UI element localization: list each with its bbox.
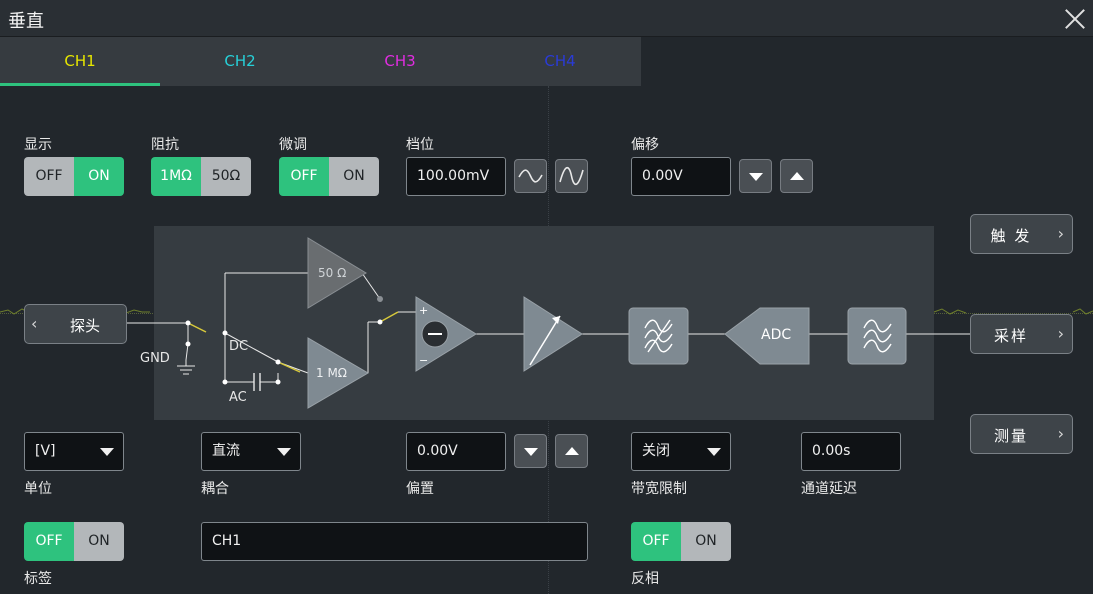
triangle-up-icon — [790, 172, 804, 180]
chevron-right-icon: › — [1057, 424, 1064, 443]
triangle-down-icon — [749, 173, 763, 181]
unit-label: 单位 — [24, 481, 52, 497]
trigger-button[interactable]: 触 发 › — [970, 214, 1073, 254]
offset-increase-button[interactable] — [780, 159, 813, 193]
invert-label: 反相 — [631, 571, 659, 587]
fine-off-option[interactable]: OFF — [279, 157, 329, 196]
grid-line-horizontal — [0, 313, 1093, 314]
triangle-down-icon — [524, 448, 538, 456]
summing-amplifier — [415, 296, 477, 372]
invert-on-option[interactable]: ON — [681, 522, 731, 561]
tag-on-option[interactable]: ON — [74, 522, 124, 561]
sine-wave-icon — [518, 169, 543, 183]
amplifier-1mohm — [307, 337, 369, 409]
bandwidth-select[interactable]: 关闭 — [631, 432, 731, 471]
invert-off-option[interactable]: OFF — [631, 522, 681, 561]
dc-label: DC — [229, 339, 248, 354]
scale-fine-button[interactable] — [555, 159, 588, 193]
gnd-label: GND — [140, 351, 170, 366]
chevron-right-icon: › — [1057, 224, 1064, 243]
plus-sign: + — [419, 304, 428, 317]
vertical-settings-dialog: 垂直 CH1 CH2 CH3 CH4 显示 OFF ON 阻抗 1MΩ 50Ω … — [0, 0, 1093, 594]
offset-decrease-button[interactable] — [739, 159, 772, 193]
fine-label: 微调 — [279, 137, 307, 153]
triangle-up-icon — [565, 447, 579, 455]
bias-label: 偏置 — [406, 481, 434, 497]
impedance-50-option[interactable]: 50Ω — [201, 157, 251, 196]
scale-coarse-button[interactable] — [514, 159, 547, 193]
impedance-toggle[interactable]: 1MΩ 50Ω — [151, 157, 251, 196]
close-icon[interactable] — [1062, 6, 1088, 32]
adc-block — [724, 307, 810, 365]
probe-button-label: 探头 — [69, 317, 100, 335]
invert-toggle[interactable]: OFF ON — [631, 522, 731, 561]
acquire-button[interactable]: 采样 › — [970, 314, 1073, 354]
coupling-label: 耦合 — [201, 481, 229, 497]
acquire-button-label: 采样 — [993, 327, 1028, 345]
fine-on-option[interactable]: ON — [329, 157, 379, 196]
display-on-option[interactable]: ON — [74, 157, 124, 196]
tag-off-option[interactable]: OFF — [24, 522, 74, 561]
measure-button-label: 测量 — [993, 427, 1028, 445]
r1m-label: 1 MΩ — [316, 366, 347, 380]
offset-label: 偏移 — [631, 137, 659, 153]
offset-input[interactable]: 0.00V — [631, 157, 731, 196]
tab-ch3[interactable]: CH3 — [320, 37, 480, 86]
trigger-button-label: 触 发 — [990, 227, 1032, 245]
measure-button[interactable]: 测量 › — [970, 414, 1073, 454]
display-label: 显示 — [24, 137, 52, 153]
amplifier-50ohm — [307, 237, 367, 309]
variable-gain-amplifier — [523, 296, 583, 372]
fine-toggle[interactable]: OFF ON — [279, 157, 379, 196]
tag-toggle[interactable]: OFF ON — [24, 522, 124, 561]
channel-tabs: CH1 CH2 CH3 CH4 — [0, 37, 641, 86]
delay-label: 通道延迟 — [801, 481, 857, 497]
r50-label: 50 Ω — [318, 266, 346, 280]
impedance-label: 阻抗 — [151, 137, 179, 153]
bias-increase-button[interactable] — [555, 434, 588, 468]
sine-wave-icon — [559, 166, 584, 186]
scale-input[interactable]: 100.00mV — [406, 157, 506, 196]
title-bar: 垂直 — [0, 0, 1093, 37]
delay-input[interactable]: 0.00s — [801, 432, 901, 471]
coupling-select[interactable]: 直流 — [201, 432, 301, 471]
minus-sign: − — [419, 354, 428, 367]
chevron-right-icon: › — [1057, 324, 1064, 343]
diagram-panel — [154, 226, 934, 420]
chevron-left-icon: ‹ — [31, 314, 38, 333]
impedance-1m-option[interactable]: 1MΩ — [151, 157, 201, 196]
tag-label: 标签 — [24, 571, 52, 587]
probe-button[interactable]: ‹ 探头 — [24, 304, 127, 344]
bias-decrease-button[interactable] — [514, 434, 547, 468]
scale-label: 档位 — [406, 137, 434, 153]
bias-input[interactable]: 0.00V — [406, 432, 506, 471]
signal-path-diagram: 50 Ω 1 MΩ DC AC GND ADC + − — [0, 226, 1093, 420]
adc-label: ADC — [761, 327, 791, 343]
tag-text-input[interactable]: CH1 — [201, 522, 588, 561]
dialog-title: 垂直 — [8, 11, 44, 32]
unit-select[interactable]: [V] — [24, 432, 124, 471]
filter-block — [628, 307, 689, 365]
ac-label: AC — [229, 390, 247, 405]
display-toggle[interactable]: OFF ON — [24, 157, 124, 196]
tab-ch1[interactable]: CH1 — [0, 37, 160, 86]
bandwidth-label: 带宽限制 — [631, 481, 687, 497]
tab-ch4[interactable]: CH4 — [480, 37, 640, 86]
filter-block — [847, 307, 907, 365]
grid-line-vertical — [548, 86, 549, 594]
tab-ch2[interactable]: CH2 — [160, 37, 320, 86]
display-off-option[interactable]: OFF — [24, 157, 74, 196]
